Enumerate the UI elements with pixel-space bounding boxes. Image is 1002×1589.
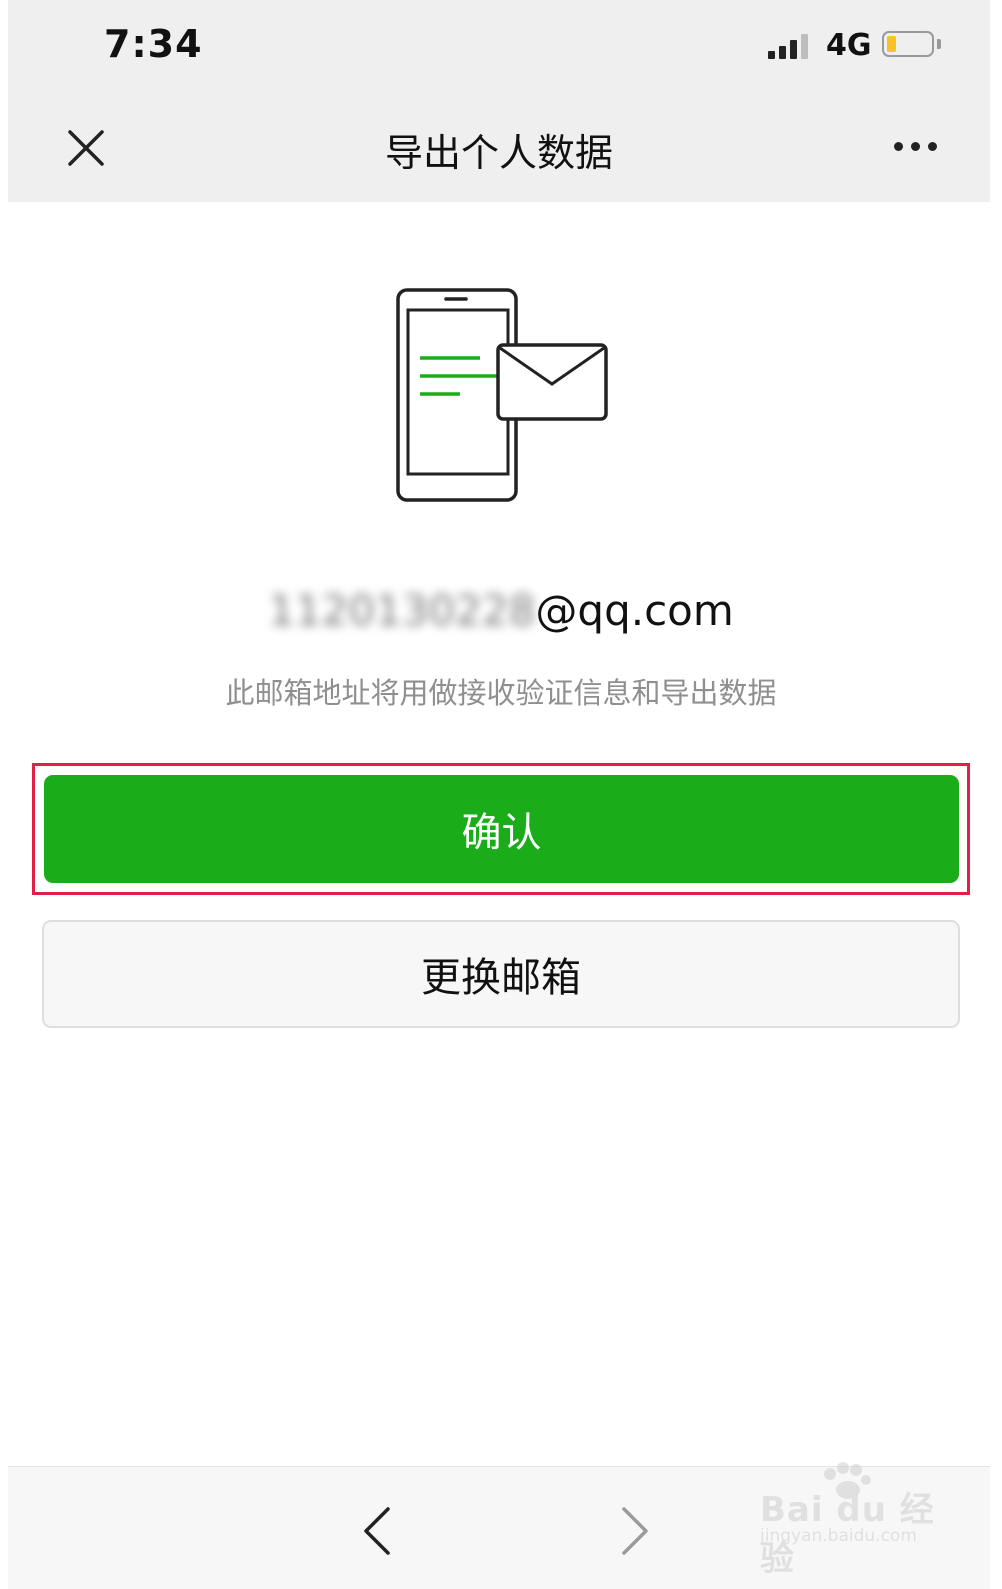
battery-fill [887,36,896,52]
confirm-button[interactable]: 确认 [44,775,959,883]
battery-icon [882,31,934,57]
battery-tip [937,39,941,49]
status-time: 7:34 [104,22,203,66]
more-icon[interactable] [894,142,937,151]
chevron-left-icon[interactable] [356,1505,396,1557]
watermark-url: jingyan.baidu.com [760,1526,917,1546]
email-domain: @qq.com [535,586,734,635]
signal-icon [768,33,808,59]
phone-mail-illustration-icon [396,288,608,502]
email-address: 1120130228@qq.com [0,586,1002,635]
screen: 7:34 4G 导出个人数据 1120130228@qq.com 此邮箱地址将用… [0,0,1002,1589]
change-email-button[interactable]: 更换邮箱 [42,920,960,1028]
email-hint: 此邮箱地址将用做接收验证信息和导出数据 [225,676,777,710]
status-bar: 7:34 4G [8,0,990,96]
email-masked-part: 1120130228 [268,586,536,635]
nav-bar: 导出个人数据 [8,96,990,202]
network-type: 4G [826,28,872,63]
chevron-right-icon[interactable] [616,1505,656,1557]
page-title: 导出个人数据 [384,131,613,175]
baidu-watermark: Bai du 经验 jingyan.baidu.com [760,1460,940,1579]
